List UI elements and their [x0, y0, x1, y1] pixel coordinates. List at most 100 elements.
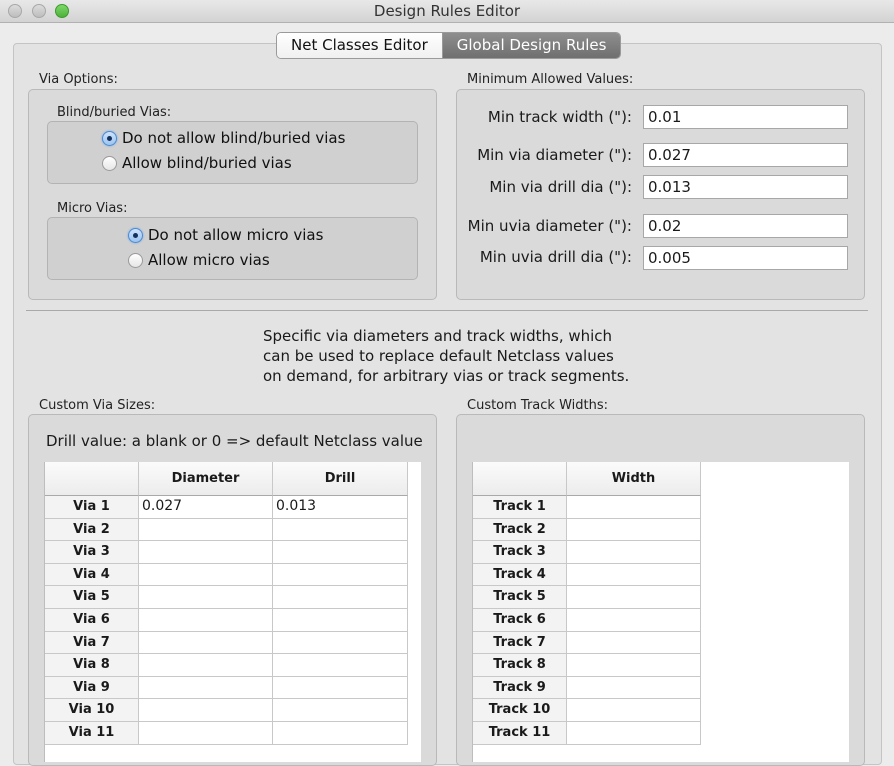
drill-cell[interactable]: [273, 676, 408, 700]
radio-unselected-icon: [128, 252, 143, 268]
diameter-cell[interactable]: [139, 541, 273, 564]
diameter-cell[interactable]: [139, 631, 273, 655]
diameter-cell[interactable]: [139, 608, 273, 632]
drill-cell[interactable]: [273, 541, 408, 564]
radio-label: Do not allow micro vias: [148, 226, 324, 244]
row-header: Via 7: [45, 631, 139, 655]
min-via-drill-input[interactable]: 0.013: [643, 175, 848, 199]
radio-no-blind-vias[interactable]: Do not allow blind/buried vias: [102, 129, 345, 147]
table-row: Track 5: [473, 586, 849, 609]
info-line: on demand, for arbitrary vias or track s…: [263, 367, 630, 385]
width-cell[interactable]: [567, 699, 701, 722]
drill-cell[interactable]: [273, 518, 408, 542]
table-row: Track 3: [473, 541, 849, 564]
table-row: Via 6: [45, 608, 421, 632]
row-header: Track 9: [473, 676, 567, 700]
width-cell[interactable]: [567, 676, 701, 700]
min-uvia-drill-label: Min uvia drill dia ("):: [479, 248, 632, 266]
diameter-cell[interactable]: [139, 518, 273, 542]
table-row: Track 8: [473, 654, 849, 677]
radio-label: Allow blind/buried vias: [122, 154, 292, 172]
table-row: Via 5: [45, 586, 421, 609]
table-row: Via 2: [45, 518, 421, 542]
table-row: Via 9: [45, 676, 421, 700]
row-header: Track 7: [473, 631, 567, 655]
diameter-cell[interactable]: 0.027: [139, 496, 273, 519]
drill-cell[interactable]: [273, 721, 408, 745]
width-cell[interactable]: [567, 541, 701, 564]
tab-global-design-rules[interactable]: Global Design Rules: [442, 33, 621, 58]
row-header: Via 1: [45, 496, 139, 519]
table-row: Track 7: [473, 631, 849, 655]
width-cell[interactable]: [567, 518, 701, 542]
table-header: Diameter Drill: [45, 462, 421, 496]
drill-cell[interactable]: 0.013: [273, 496, 408, 519]
row-header: Via 11: [45, 721, 139, 745]
width-cell[interactable]: [567, 563, 701, 587]
table-header: Width: [473, 462, 849, 496]
table-row: Track 2: [473, 518, 849, 542]
radio-allow-micro-vias[interactable]: Allow micro vias: [128, 251, 270, 269]
row-header-corner: [45, 462, 139, 496]
width-cell[interactable]: [567, 631, 701, 655]
width-cell[interactable]: [567, 608, 701, 632]
min-track-width-label: Min track width ("):: [487, 108, 632, 126]
diameter-cell[interactable]: [139, 586, 273, 609]
drill-cell[interactable]: [273, 586, 408, 609]
row-header-corner: [473, 462, 567, 496]
info-line: can be used to replace default Netclass …: [263, 347, 614, 365]
drill-cell[interactable]: [273, 699, 408, 722]
row-header: Via 8: [45, 654, 139, 677]
diameter-cell[interactable]: [139, 563, 273, 587]
radio-no-micro-vias[interactable]: Do not allow micro vias: [128, 226, 323, 244]
table-row: Via 3: [45, 541, 421, 564]
row-header: Via 9: [45, 676, 139, 700]
width-cell[interactable]: [567, 721, 701, 745]
min-uvia-diameter-input[interactable]: 0.02: [643, 214, 848, 238]
width-cell[interactable]: [567, 586, 701, 609]
row-header: Via 2: [45, 518, 139, 542]
radio-label: Do not allow blind/buried vias: [122, 129, 346, 147]
radio-label: Allow micro vias: [148, 251, 270, 269]
row-header: Track 11: [473, 721, 567, 745]
table-row: Track 10: [473, 699, 849, 722]
drill-cell[interactable]: [273, 563, 408, 587]
column-header-diameter[interactable]: Diameter: [139, 462, 273, 496]
window-title: Design Rules Editor: [373, 2, 521, 20]
drill-cell[interactable]: [273, 608, 408, 632]
table-row: Via 8: [45, 654, 421, 677]
min-track-width-input[interactable]: 0.01: [643, 105, 848, 129]
separator: [26, 310, 868, 311]
diameter-cell[interactable]: [139, 699, 273, 722]
min-uvia-drill-input[interactable]: 0.005: [643, 246, 848, 270]
min-via-diameter-input[interactable]: 0.027: [643, 143, 848, 167]
info-line: Specific via diameters and track widths,…: [263, 327, 613, 345]
row-header: Track 1: [473, 496, 567, 519]
info-text: Specific via diameters and track widths,…: [263, 326, 629, 386]
table-row: Track 4: [473, 563, 849, 587]
table-row: Via 10: [45, 699, 421, 722]
table-row: Via 7: [45, 631, 421, 655]
width-cell[interactable]: [567, 496, 701, 519]
tab-net-classes-editor[interactable]: Net Classes Editor: [277, 33, 443, 58]
row-header: Via 5: [45, 586, 139, 609]
column-header-drill[interactable]: Drill: [273, 462, 408, 496]
row-header: Track 8: [473, 654, 567, 677]
row-header: Track 6: [473, 608, 567, 632]
min-values-label: Minimum Allowed Values:: [467, 72, 634, 87]
row-header: Track 2: [473, 518, 567, 542]
drill-cell[interactable]: [273, 631, 408, 655]
width-cell[interactable]: [567, 654, 701, 677]
radio-allow-blind-vias[interactable]: Allow blind/buried vias: [102, 154, 292, 172]
table-row: Track 1: [473, 496, 849, 519]
min-via-drill-label: Min via drill dia ("):: [489, 178, 632, 196]
min-uvia-diameter-label: Min uvia diameter ("):: [467, 217, 632, 235]
row-header: Via 6: [45, 608, 139, 632]
diameter-cell[interactable]: [139, 676, 273, 700]
drill-cell[interactable]: [273, 654, 408, 677]
column-header-width[interactable]: Width: [567, 462, 701, 496]
diameter-cell[interactable]: [139, 654, 273, 677]
custom-via-table: Diameter Drill Via 1 0.027 0.013 Via 2 Via 3…: [44, 462, 421, 762]
diameter-cell[interactable]: [139, 721, 273, 745]
table-row: Via 4: [45, 563, 421, 587]
